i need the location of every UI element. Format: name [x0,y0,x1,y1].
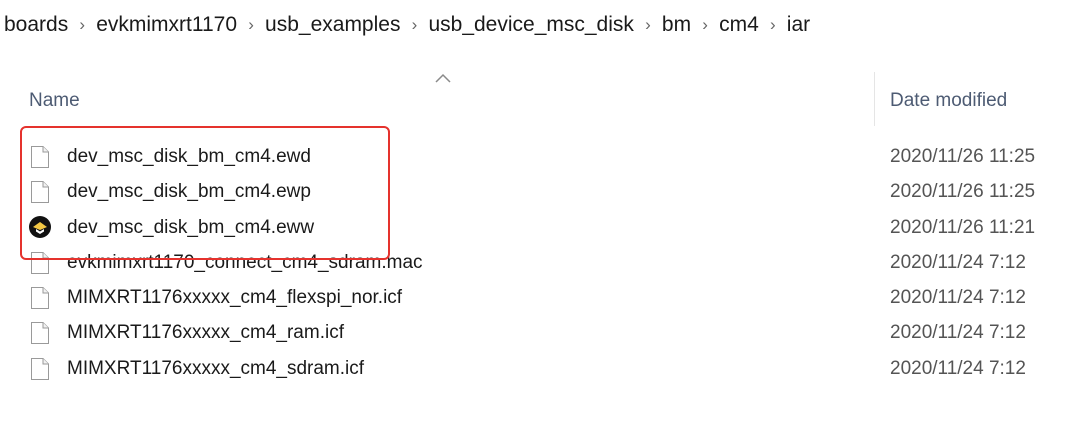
breadcrumb: boards › evkmimxrt1170 › usb_examples › … [0,0,1068,50]
file-row[interactable]: dev_msc_disk_bm_cm4.ewd 2020/11/26 11:25 [0,139,1068,174]
file-row[interactable]: dev_msc_disk_bm_cm4.ewp 2020/11/26 11:25 [0,174,1068,209]
chevron-right-icon: › [411,15,418,34]
chevron-right-icon: › [79,15,86,34]
file-date: 2020/11/24 7:12 [890,251,1026,273]
column-header-name[interactable]: Name [29,90,80,112]
blank-file-icon [31,287,49,310]
breadcrumb-item-iar[interactable]: iar [783,13,814,37]
file-date: 2020/11/26 11:21 [890,216,1036,238]
file-name: MIMXRT1176xxxxx_cm4_sdram.icf [67,357,365,379]
file-date: 2020/11/26 11:25 [890,146,1036,167]
file-list: dev_msc_disk_bm_cm4.ewd 2020/11/26 11:25… [0,139,1068,386]
file-row[interactable]: MIMXRT1176xxxxx_cm4_sdram.icf 2020/11/24… [0,351,1068,386]
file-row[interactable]: evkmimxrt1170_connect_cm4_sdram.mac 2020… [0,245,1068,280]
file-row[interactable]: dev_msc_disk_bm_cm4.eww 2020/11/26 11:21 [0,210,1068,245]
file-name: dev_msc_disk_bm_cm4.ewp [67,181,311,203]
file-row[interactable]: MIMXRT1176xxxxx_cm4_flexspi_nor.icf 2020… [0,280,1068,315]
column-divider[interactable] [874,72,875,126]
breadcrumb-item-evkmimxrt1170[interactable]: evkmimxrt1170 [92,13,241,37]
blank-file-icon [31,181,49,204]
blank-file-icon [31,357,49,380]
file-name: MIMXRT1176xxxxx_cm4_ram.icf [67,322,344,344]
iar-workspace-icon [29,215,51,238]
file-date: 2020/11/24 7:12 [890,287,1026,309]
file-date: 2020/11/26 11:25 [890,181,1036,203]
file-date: 2020/11/24 7:12 [890,357,1026,379]
column-header-date-modified[interactable]: Date modified [890,90,1007,112]
chevron-right-icon: › [645,15,651,34]
blank-file-icon [31,322,49,345]
chevron-right-icon: › [702,15,708,34]
file-name: evkmimxrt1170_connect_cm4_sdram.mac [67,251,423,273]
chevron-right-icon: › [248,15,254,34]
column-header-row: Name Date modified [0,72,1068,130]
breadcrumb-item-usb-examples[interactable]: usb_examples [261,13,404,37]
breadcrumb-item-boards[interactable]: boards [0,13,72,37]
file-row[interactable]: MIMXRT1176xxxxx_cm4_ram.icf 2020/11/24 7… [0,315,1068,350]
breadcrumb-item-bm[interactable]: bm [658,13,695,37]
file-name: dev_msc_disk_bm_cm4.ewd [67,146,311,167]
breadcrumb-item-usb-device-msc-disk[interactable]: usb_device_msc_disk [424,13,637,37]
sort-ascending-icon [435,73,451,83]
breadcrumb-item-cm4[interactable]: cm4 [715,13,763,37]
blank-file-icon [31,146,49,168]
blank-file-icon [31,251,49,274]
file-date: 2020/11/24 7:12 [890,322,1026,344]
file-name: MIMXRT1176xxxxx_cm4_flexspi_nor.icf [67,287,403,309]
file-name: dev_msc_disk_bm_cm4.eww [67,216,315,238]
chevron-right-icon: › [769,15,776,34]
